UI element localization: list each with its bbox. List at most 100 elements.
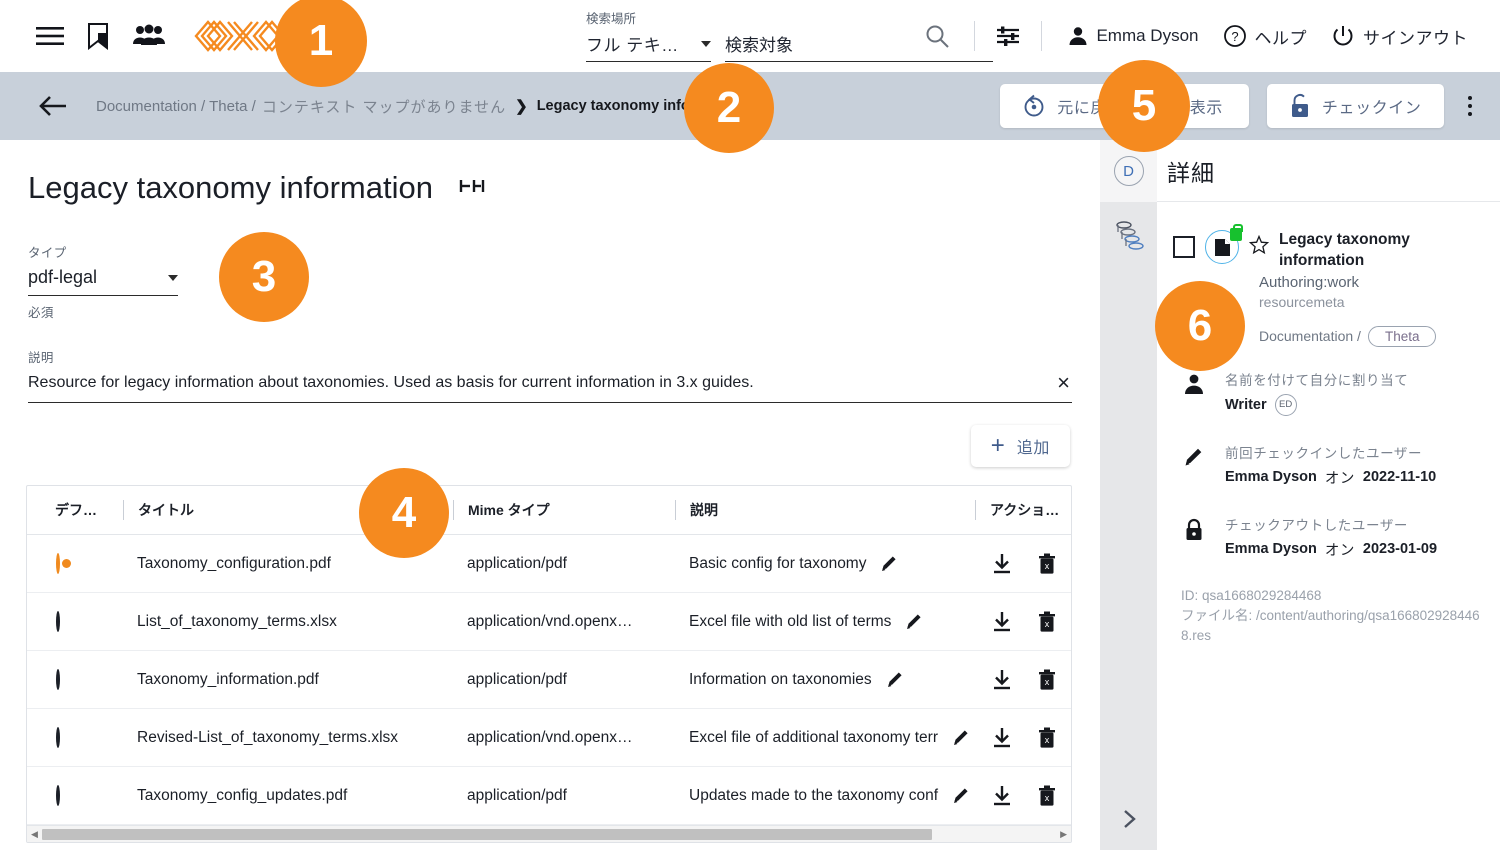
back-arrow-icon[interactable] [38,95,68,117]
lock-icon [1181,518,1207,542]
cell-actions: x [975,708,1071,767]
help-button[interactable]: ? ヘルプ [1211,24,1320,49]
delete-icon[interactable]: x [1037,552,1057,575]
table-row[interactable]: Taxonomy_configuration.pdf application/pd… [27,534,1071,593]
cell-title: Taxonomy_information.pdf [123,650,453,709]
bookmark-icon[interactable] [86,22,110,50]
type-field[interactable]: タイプ pdf-legal 必須 [28,242,178,321]
page-title-row: Legacy taxonomy information [0,140,1100,206]
cell-default [27,766,123,825]
files-table: デフ… タイトル Mime タイプ 説明 アクショ… Taxonomy_conf… [27,486,1071,825]
file-description: Updates made to the taxonomy conf [689,786,939,804]
svg-text:x: x [1045,793,1050,803]
chevron-down-icon [168,274,178,281]
table-row[interactable]: List_of_taxonomy_terms.xlsx application/v… [27,592,1071,651]
delete-icon[interactable]: x [1037,726,1057,749]
cell-title: Revised-List_of_taxonomy_terms.xlsx [123,708,453,767]
scroll-left-arrow-icon[interactable]: ◀ [31,829,38,840]
panel-tab-strip: D [1100,140,1157,850]
document-status-icon[interactable] [1205,224,1243,264]
checkout-user: Emma Dyson [1225,541,1317,558]
callout-badge-4: 4 [359,468,449,558]
download-icon[interactable] [991,727,1013,749]
add-button[interactable]: + 追加 [970,425,1070,467]
column-header-description[interactable]: 説明 [675,486,975,535]
default-radio[interactable] [56,610,60,632]
checkin-lock-icon [1291,94,1308,117]
cell-actions: x [975,534,1071,593]
edit-pencil-icon[interactable] [905,612,924,631]
details-panel-header: 詳細 [1157,140,1500,202]
download-icon[interactable] [991,611,1013,633]
cell-default [27,708,123,767]
resource-path-chip[interactable]: Theta [1367,325,1437,347]
search-icon[interactable] [914,23,960,49]
close-icon[interactable]: × [1057,372,1072,394]
svg-text:x: x [1045,619,1050,629]
details-panel-body: Legacy taxonomy information Authoring:wo… [1157,202,1500,647]
delete-icon[interactable]: x [1037,784,1057,807]
search-scope-select[interactable]: 検索場所 フル テキ… [586,8,711,62]
more-options-icon[interactable] [1462,88,1479,125]
details-tab-icon: D [1113,156,1144,186]
edit-pencil-icon[interactable] [886,670,905,689]
column-header-mime[interactable]: Mime タイプ [453,486,675,535]
table-row[interactable]: Revised-List_of_taxonomy_terms.xlsx appli… [27,708,1071,767]
hierarchy-tree-icon[interactable] [1114,220,1144,257]
person-icon [1181,373,1207,395]
download-icon[interactable] [991,785,1013,807]
favorite-star-icon[interactable] [1248,234,1270,260]
file-mime: application/pdf [467,670,567,688]
people-icon[interactable] [132,24,166,48]
resource-metadata-list: 名前を付けて自分に割り当て Writer ED 前回チェックインしたユーザー E… [1173,369,1484,560]
file-mime: application/vnd.openx… [467,612,633,630]
default-radio[interactable] [56,552,60,574]
cell-mime: application/vnd.openx… [453,592,675,651]
edit-pencil-icon[interactable] [952,786,971,805]
default-radio[interactable] [56,726,60,748]
checkin-button[interactable]: チェックイン [1266,84,1444,128]
filter-settings-icon[interactable] [989,24,1027,48]
add-button-label: 追加 [1016,440,1050,457]
resource-type: Authoring:work [1259,273,1360,291]
delete-icon[interactable]: x [1037,610,1057,633]
user-account-button[interactable]: Emma Dyson [1056,26,1210,46]
chevron-right-icon [1123,810,1136,828]
column-header-actions[interactable]: アクショ… [975,486,1071,535]
signout-button[interactable]: サインアウト [1319,24,1480,49]
resize-width-icon[interactable] [459,176,485,201]
checkin-date: 2022-11-10 [1362,469,1437,486]
file-description: Basic config for taxonomy [689,554,867,572]
download-icon[interactable] [991,553,1013,575]
callout-badge-3: 3 [219,232,309,322]
chevron-right-icon: ❯ [515,98,528,115]
default-radio[interactable] [56,784,60,806]
table-row[interactable]: Taxonomy_config_updates.pdf application/p… [27,766,1071,825]
callout-badge-2: 2 [684,63,774,153]
metadata-assignee-label: 名前を付けて自分に割り当て [1225,372,1409,388]
breadcrumb-context-missing: コンテキスト マップがありません [261,98,507,116]
hamburger-menu-icon[interactable] [36,25,64,47]
breadcrumb-parent[interactable]: Documentation / Theta / [96,98,256,115]
metadata-last-checkin-value: Emma Dyson オン 2022-11-10 [1225,467,1436,488]
edit-pencil-icon[interactable] [952,728,971,747]
table-row[interactable]: Taxonomy_information.pdf application/pdf I… [27,650,1071,709]
column-header-default[interactable]: デフ… [27,486,123,535]
description-field[interactable]: 説明 Resource for legacy information about… [28,347,1072,403]
help-label: ヘルプ [1254,28,1307,48]
edit-pencil-icon[interactable] [880,554,899,573]
details-panel-content: 詳細 Legacy taxonomy information Authoring… [1157,140,1500,850]
scroll-right-arrow-icon[interactable]: ▶ [1060,829,1067,840]
brand-logo-icon[interactable] [194,14,286,58]
download-icon[interactable] [991,669,1013,691]
resource-path-prefix: Documentation / [1259,328,1361,345]
expand-panel-button[interactable] [1119,808,1139,836]
horizontal-scrollbar[interactable]: ◀ ▶ [27,825,1071,842]
delete-icon[interactable]: x [1037,668,1057,691]
cell-default [27,650,123,709]
default-radio[interactable] [56,668,60,690]
resource-checkbox[interactable] [1173,236,1195,258]
metadata-assignee: 名前を付けて自分に割り当て Writer ED [1173,369,1484,416]
scrollbar-thumb[interactable] [41,828,932,840]
checkout-on-word: オン [1324,542,1355,559]
